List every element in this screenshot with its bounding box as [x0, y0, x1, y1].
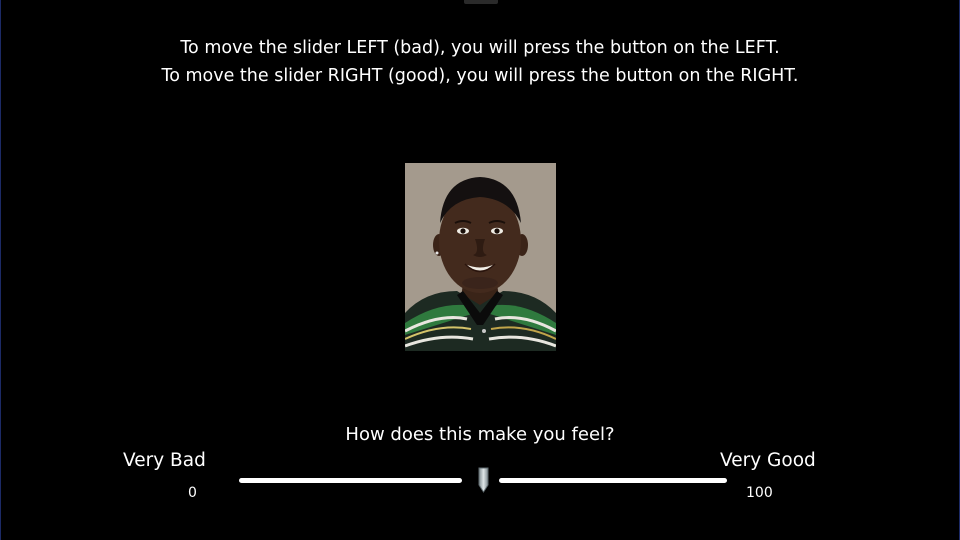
stimulus-face-photo — [405, 163, 556, 351]
scale-label-right: Very Good — [720, 450, 816, 471]
scale-label-left: Very Bad — [123, 450, 206, 471]
window-tab-handle[interactable] — [464, 0, 498, 4]
scale-min-value: 0 — [188, 485, 197, 501]
slider-track-left[interactable] — [239, 478, 462, 483]
slider-track-right[interactable] — [499, 478, 727, 483]
instruction-text-line-2: To move the slider RIGHT (good), you wil… — [161, 66, 799, 86]
rating-question: How does this make you feel? — [345, 424, 615, 445]
instruction-text-line-1: To move the slider LEFT (bad), you will … — [180, 38, 780, 58]
scale-max-value: 100 — [746, 485, 773, 501]
slider-thumb[interactable] — [478, 467, 489, 493]
experiment-screen: To move the slider LEFT (bad), you will … — [0, 0, 960, 540]
